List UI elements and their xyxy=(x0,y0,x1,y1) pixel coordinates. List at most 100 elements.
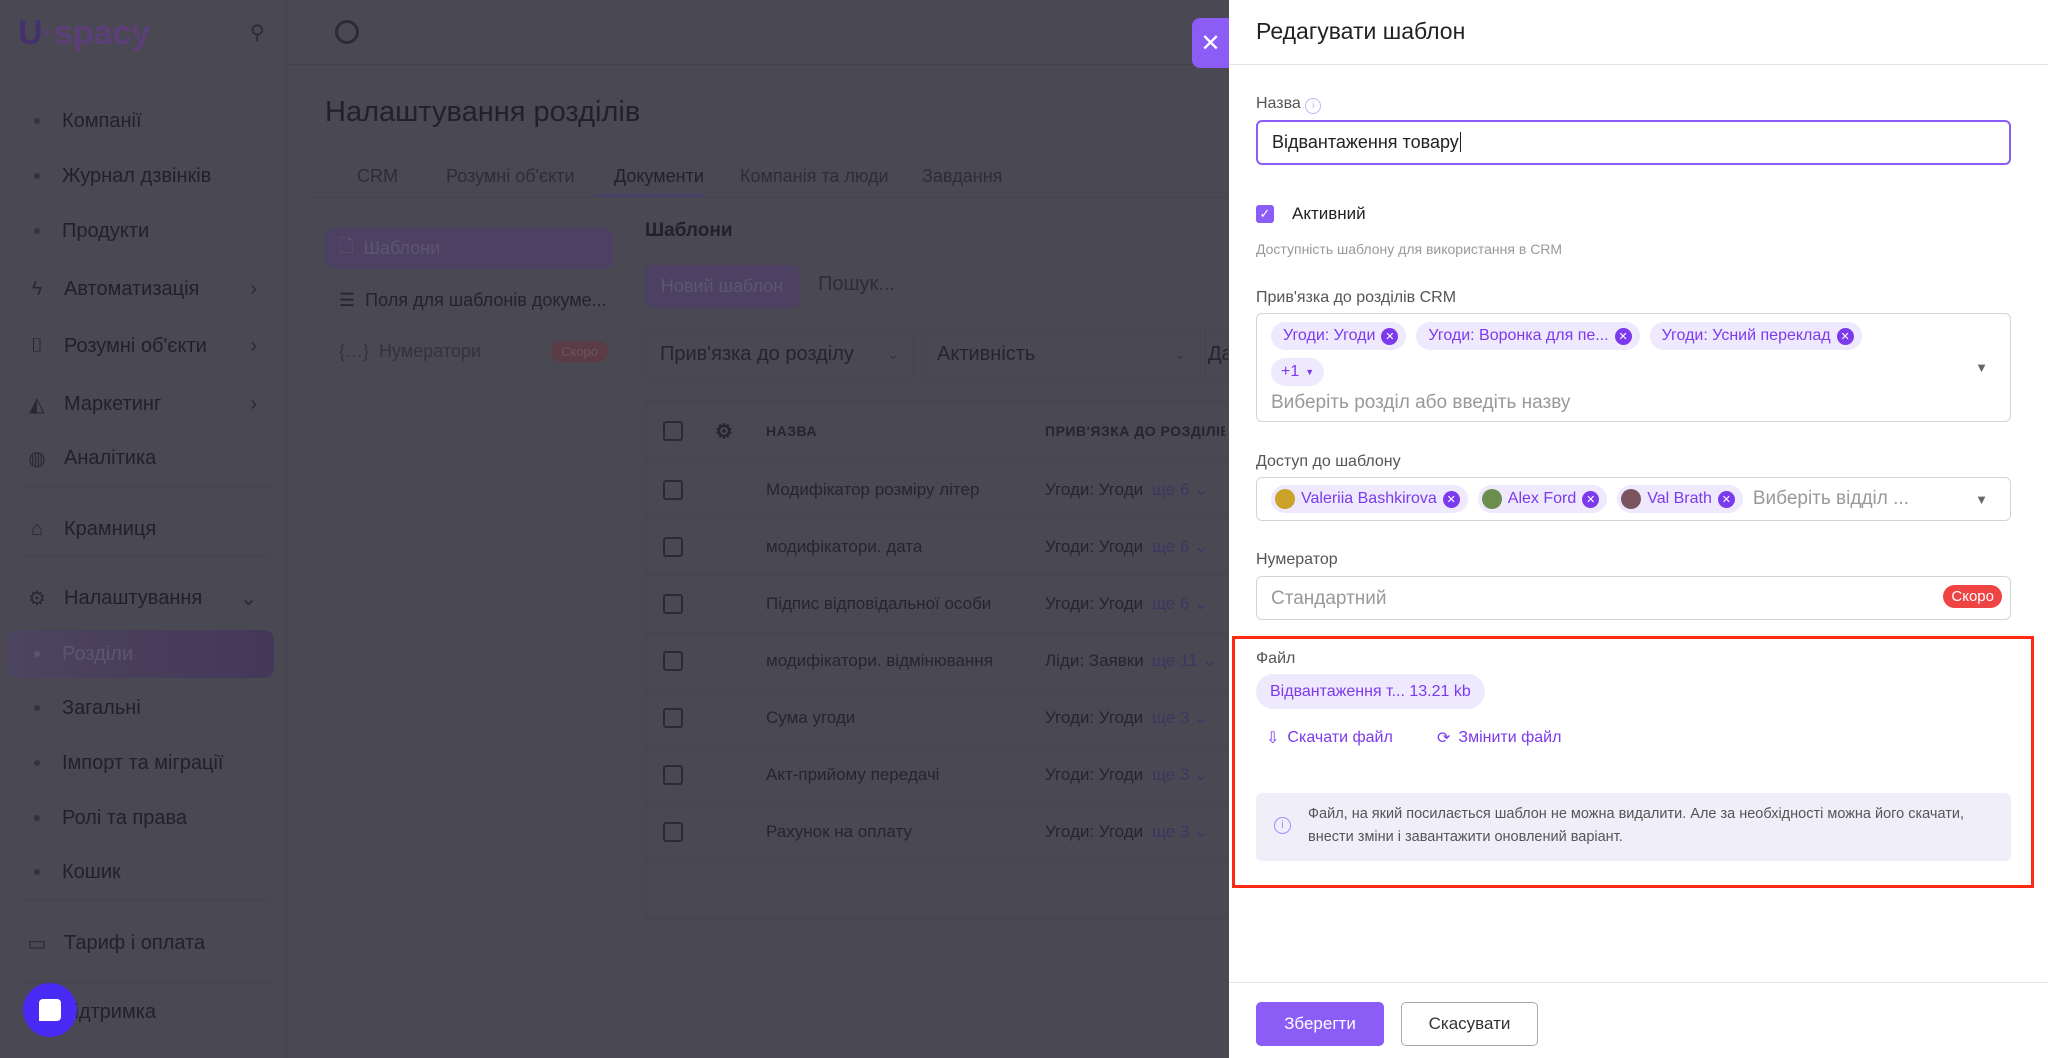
sidebar-item-billing[interactable]: ▭ Тариф і оплата xyxy=(0,921,287,965)
user-chip[interactable]: Val Brath ✕ xyxy=(1617,485,1743,513)
tab-documents[interactable]: Документи xyxy=(614,166,704,187)
sidebar-item-products[interactable]: Продукти xyxy=(0,209,287,253)
more-bindings-toggle[interactable]: ще 11 ⌄ xyxy=(1152,651,1217,671)
template-name[interactable]: Рахунок на оплату xyxy=(766,822,912,842)
label: Аналітика xyxy=(64,446,157,469)
table-row[interactable]: Рахунок на оплату Угоди: Угоди ще 3 ⌄ xyxy=(645,804,1245,861)
info-notice: i Файл, на який посилається шаблон не мож… xyxy=(1256,793,2011,861)
active-label: Активний xyxy=(1292,204,1366,223)
binding-chip[interactable]: Угоди: Усний переклад ✕ xyxy=(1649,322,1862,350)
sidebar-item-marketing[interactable]: ◭ Маркетинг › xyxy=(0,382,287,426)
binding-chip[interactable]: Угоди: Угоди ✕ xyxy=(1271,322,1407,350)
subnav-numerators[interactable]: {…} Нумератори Скоро xyxy=(325,331,614,372)
column-name[interactable]: НАЗВА xyxy=(766,423,817,439)
template-name[interactable]: Підпис відповідальної особи xyxy=(766,594,991,614)
label: Активність xyxy=(937,343,1036,365)
sidebar-item-sections[interactable]: Розділи xyxy=(9,630,274,678)
tab-company-people[interactable]: Компанія та люди xyxy=(740,166,889,187)
chat-button[interactable] xyxy=(23,983,77,1037)
sidebar-item-companies[interactable]: Компанії xyxy=(0,99,287,143)
download-file-link[interactable]: ⇩ Скачати файл xyxy=(1266,728,1393,748)
filter-date[interactable]: Да xyxy=(1205,330,1229,379)
more-bindings-toggle[interactable]: ще 3 ⌄ xyxy=(1152,822,1208,842)
tab-smart-objects[interactable]: Розумні об'єкти xyxy=(446,166,575,187)
remove-icon[interactable]: ✕ xyxy=(1836,327,1854,345)
row-checkbox[interactable] xyxy=(663,822,683,842)
uspacy-logo[interactable]: U·spacy xyxy=(18,14,150,53)
binding-multiselect[interactable]: Угоди: Угоди ✕ Угоди: Воронка для пе... ✕ … xyxy=(1256,313,2011,422)
row-checkbox[interactable] xyxy=(663,537,683,557)
binding-label: Прив'язка до розділів CRM xyxy=(1256,289,1457,306)
template-name[interactable]: Модифікатор розміру літер xyxy=(766,480,979,500)
subnav-templates[interactable]: 🗋 Шаблони xyxy=(325,228,614,269)
label: Да xyxy=(1208,343,1228,365)
gear-icon[interactable]: ⚙ xyxy=(715,419,733,444)
row-checkbox[interactable] xyxy=(663,480,683,500)
tab-crm[interactable]: CRM xyxy=(357,166,398,187)
remove-icon[interactable]: ✕ xyxy=(1717,490,1735,508)
more-chips-button[interactable]: +1 ▼ xyxy=(1271,358,1325,386)
sidebar-item-import[interactable]: Імпорт та міграції xyxy=(0,741,287,785)
search-input[interactable]: Пошук... xyxy=(818,265,1238,308)
sidebar-item-automation[interactable]: ϟ Автоматизація › xyxy=(0,267,287,311)
sidebar-item-call-log[interactable]: Журнал дзвінків xyxy=(0,154,287,198)
file-chip[interactable]: Відвантаження т... 13.21 kb xyxy=(1256,674,1485,709)
user-chip[interactable]: Alex Ford ✕ xyxy=(1477,485,1608,513)
table-row[interactable]: Сума угоди Угоди: Угоди ще 3 ⌄ xyxy=(645,690,1245,747)
row-checkbox[interactable] xyxy=(663,708,683,728)
new-template-button[interactable]: Новий шаблон xyxy=(645,265,799,308)
filter-binding[interactable]: Прив'язка до розділу ⌄ xyxy=(645,330,914,379)
sidebar-item-general[interactable]: Загальні xyxy=(0,686,287,730)
template-name[interactable]: модифікатори. дата xyxy=(766,537,922,557)
close-button[interactable]: ✕ xyxy=(1192,18,1229,68)
table-row[interactable]: Модифікатор розміру літер Угоди: Угоди ще … xyxy=(645,462,1245,519)
info-icon[interactable]: i xyxy=(1305,98,1322,114)
dropdown-caret-icon[interactable]: ▼ xyxy=(1975,360,1988,375)
select-all-checkbox[interactable] xyxy=(663,421,683,441)
remove-icon[interactable]: ✕ xyxy=(1442,490,1460,508)
more-bindings-toggle[interactable]: ще 6 ⌄ xyxy=(1152,594,1208,614)
search-icon[interactable] xyxy=(335,20,359,44)
row-checkbox[interactable] xyxy=(663,765,683,785)
table-row[interactable]: Підпис відповідальної особи Угоди: Угоди щ… xyxy=(645,576,1245,633)
row-checkbox[interactable] xyxy=(663,651,683,671)
sidebar-item-smart-objects[interactable]: ⌷ Розумні об'єкти › xyxy=(0,324,287,368)
filter-activity[interactable]: Активність ⌄ xyxy=(922,330,1201,379)
binding-chip[interactable]: Угоди: Воронка для пе... ✕ xyxy=(1416,322,1640,350)
name-input[interactable]: Відвантаження товару xyxy=(1256,120,2011,165)
sidebar-item-analytics[interactable]: ◍ Аналітика xyxy=(0,436,287,480)
table-row[interactable]: Акт-прийому передачі Угоди: Угоди ще 3 ⌄ xyxy=(645,747,1245,804)
table-row[interactable]: модифікатори. відмінювання Ліди: Заявки ще… xyxy=(645,633,1245,690)
template-name[interactable]: модифікатори. відмінювання xyxy=(766,651,993,671)
sidebar: U·spacy ⚲ Компанії Журнал дзвінків Проду… xyxy=(0,0,287,1058)
save-button[interactable]: Зберегти xyxy=(1256,1002,1384,1046)
pin-icon[interactable]: ⚲ xyxy=(250,20,265,45)
sidebar-item-store[interactable]: ⌂ Крамниця xyxy=(0,507,287,551)
bullet-icon xyxy=(34,228,40,234)
numerator-select[interactable]: Стандартний Скоро xyxy=(1256,576,2011,620)
remove-icon[interactable]: ✕ xyxy=(1614,327,1632,345)
tab-tasks[interactable]: Завдання xyxy=(922,166,1002,187)
sidebar-item-settings[interactable]: ⚙ Налаштування ⌄ xyxy=(0,576,287,620)
dropdown-caret-icon[interactable]: ▼ xyxy=(1975,492,1988,507)
subnav-template-fields[interactable]: ☰ Поля для шаблонів докуме... xyxy=(325,280,614,321)
template-name[interactable]: Сума угоди xyxy=(766,708,855,728)
sidebar-item-trash[interactable]: Кошик xyxy=(0,850,287,894)
remove-icon[interactable]: ✕ xyxy=(1582,490,1600,508)
more-bindings-toggle[interactable]: ще 3 ⌄ xyxy=(1152,708,1208,728)
label: Продукти xyxy=(62,219,150,242)
column-binding[interactable]: ПРИВ'ЯЗКА ДО РОЗДІЛІВ xyxy=(1045,423,1225,439)
row-checkbox[interactable] xyxy=(663,594,683,614)
template-name[interactable]: Акт-прийому передачі xyxy=(766,765,939,785)
more-bindings-toggle[interactable]: ще 3 ⌄ xyxy=(1152,765,1208,785)
user-chip[interactable]: Valeriia Bashkirova ✕ xyxy=(1271,485,1468,513)
table-row[interactable]: модифікатори. дата Угоди: Угоди ще 6 ⌄ xyxy=(645,519,1245,576)
active-checkbox[interactable]: ✓ xyxy=(1256,205,1274,223)
more-bindings-toggle[interactable]: ще 6 ⌄ xyxy=(1152,480,1208,500)
remove-icon[interactable]: ✕ xyxy=(1381,327,1399,345)
more-bindings-toggle[interactable]: ще 6 ⌄ xyxy=(1152,537,1208,557)
cancel-button[interactable]: Скасувати xyxy=(1401,1002,1538,1046)
access-multiselect[interactable]: Valeriia Bashkirova ✕ Alex Ford ✕ Val Brat… xyxy=(1256,477,2011,521)
sidebar-item-roles[interactable]: Ролі та права xyxy=(0,796,287,840)
change-file-link[interactable]: ⟳ Змінити файл xyxy=(1437,728,1561,748)
